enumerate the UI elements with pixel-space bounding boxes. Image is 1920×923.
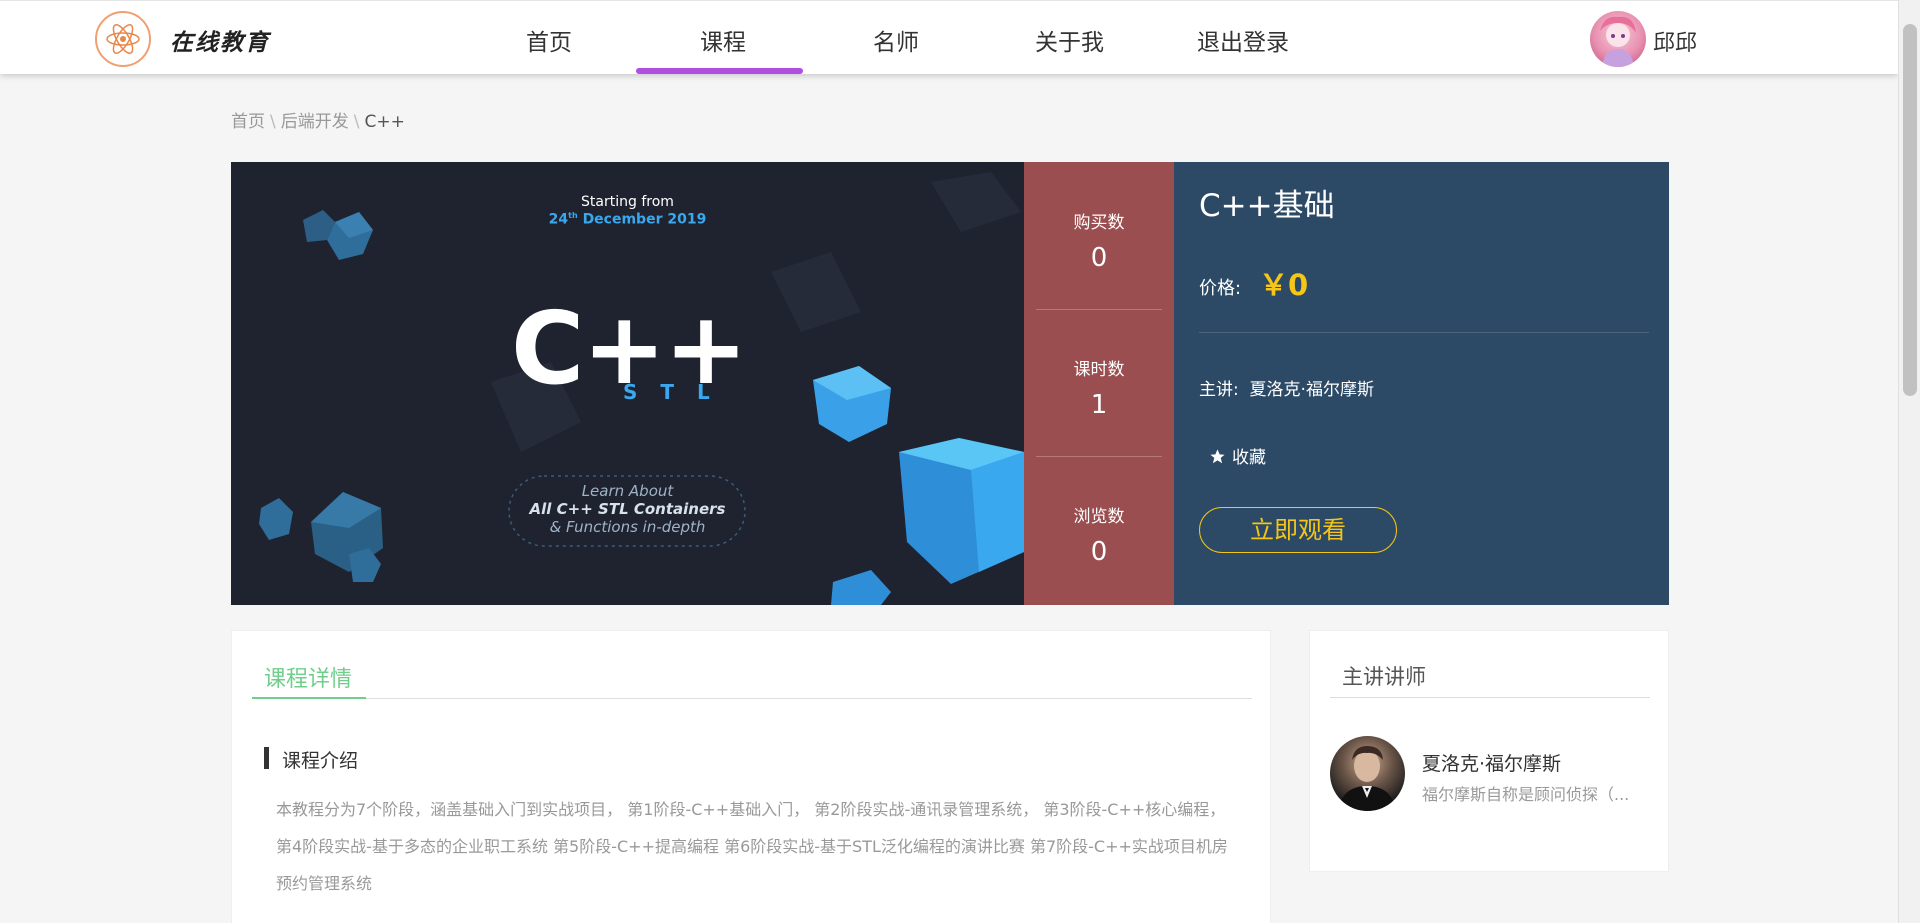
lecturer-description: 福尔摩斯自称是顾问侦探（... <box>1422 785 1630 804</box>
stat-lessons-label: 课时数 <box>1073 360 1125 380</box>
lecturer-name[interactable]: 夏洛克·福尔摩斯 <box>1422 749 1561 776</box>
lecturer-divider <box>1330 697 1650 698</box>
nav-item-courses[interactable]: 课程 <box>700 23 746 57</box>
page-scrollbar[interactable] <box>1898 0 1920 923</box>
nav-item-home[interactable]: 首页 <box>526 23 572 57</box>
breadcrumb-home[interactable]: 首页 <box>231 112 265 132</box>
stat-purchases-value: 0 <box>1090 243 1108 273</box>
info-divider <box>1199 332 1649 333</box>
stat-views: 浏览数 0 <box>1024 502 1174 567</box>
cover-starting-text: Starting from <box>581 194 674 210</box>
teacher-line: 主讲: 夏洛克·福尔摩斯 <box>1199 375 1374 400</box>
stat-views-label: 浏览数 <box>1073 507 1125 527</box>
avatar[interactable] <box>1590 11 1646 67</box>
breadcrumb: 首页 \ 后端开发 \ C++ <box>231 107 405 132</box>
cover-date: 24th December 2019 <box>231 211 1024 228</box>
logo-text[interactable]: 在线教育 <box>170 23 270 57</box>
section-marker <box>264 747 269 769</box>
stat-views-value: 0 <box>1090 537 1108 567</box>
stat-lessons: 课时数 1 <box>1024 355 1174 420</box>
course-cover-image: Starting from 24th December 2019 C++ S T… <box>231 162 1024 605</box>
stat-divider <box>1036 309 1162 310</box>
active-tab-underline <box>252 697 366 699</box>
cover-learn-3: & Functions in-depth <box>549 518 706 536</box>
breadcrumb-current: C++ <box>364 112 405 132</box>
lecturer-avatar[interactable] <box>1330 736 1405 811</box>
tab-divider <box>252 698 1252 699</box>
stat-divider <box>1036 456 1162 457</box>
nav-item-logout[interactable]: 退出登录 <box>1197 23 1289 57</box>
star-icon <box>1210 449 1225 464</box>
cover-date-rest: December 2019 <box>582 211 707 228</box>
cover-learn-1: Learn About <box>581 482 674 500</box>
teacher-label: 主讲: <box>1199 380 1239 400</box>
stat-purchases-label: 购买数 <box>1073 213 1125 233</box>
section-title: 课程介绍 <box>282 750 359 772</box>
nav-item-about[interactable]: 关于我 <box>1035 23 1104 57</box>
course-banner: Starting from 24th December 2019 C++ S T… <box>231 162 1669 605</box>
favorite-button[interactable]: 收藏 <box>1209 443 1266 468</box>
lecturer-card-title: 主讲讲师 <box>1342 665 1426 689</box>
username[interactable]: 邱邱 <box>1653 25 1697 57</box>
cover-learn-2: All C++ STL Containers <box>529 500 726 518</box>
tab-course-detail[interactable]: 课程详情 <box>264 661 352 693</box>
stat-purchases: 购买数 0 <box>1024 208 1174 273</box>
price-label: 价格: <box>1199 278 1242 299</box>
course-intro-text: 本教程分为7个阶段，涵盖基础入门到实战项目， 第1阶段-C++基础入门， 第2阶… <box>276 800 1228 893</box>
watch-now-button[interactable]: 立即观看 <box>1199 507 1397 553</box>
top-navbar: 在线教育 首页 课程 名师 关于我 退出登录 邱邱 <box>0 0 1898 74</box>
stat-lessons-value: 1 <box>1090 390 1108 420</box>
teacher-name[interactable]: 夏洛克·福尔摩斯 <box>1250 380 1374 400</box>
course-title: C++基础 <box>1199 188 1335 224</box>
course-stats-panel: 购买数 0 课时数 1 浏览数 0 <box>1024 162 1174 605</box>
active-nav-indicator <box>636 68 803 74</box>
breadcrumb-separator: \ <box>353 112 360 132</box>
lecturer-card: 主讲讲师 夏洛克·福尔摩斯 福尔摩斯自称是顾问侦探（... <box>1309 630 1669 872</box>
course-info-panel: C++基础 价格: ￥0 主讲: 夏洛克·福尔摩斯 收藏 立即观看 <box>1174 162 1669 605</box>
course-detail-card: 课程详情 课程介绍 本教程分为7个阶段，涵盖基础入门到实战项目， 第1阶段-C+… <box>231 630 1271 923</box>
logo-icon[interactable] <box>95 11 151 67</box>
price-value: ￥0 <box>1259 268 1309 302</box>
favorite-label: 收藏 <box>1232 448 1266 468</box>
cover-date-sup: th <box>568 211 578 220</box>
scrollbar-thumb[interactable] <box>1903 24 1917 396</box>
breadcrumb-category[interactable]: 后端开发 <box>281 112 349 132</box>
nav-item-teachers[interactable]: 名师 <box>873 23 919 57</box>
cover-stl: S T L <box>623 380 718 404</box>
cover-date-day: 24 <box>548 211 569 228</box>
breadcrumb-separator: \ <box>270 112 276 132</box>
